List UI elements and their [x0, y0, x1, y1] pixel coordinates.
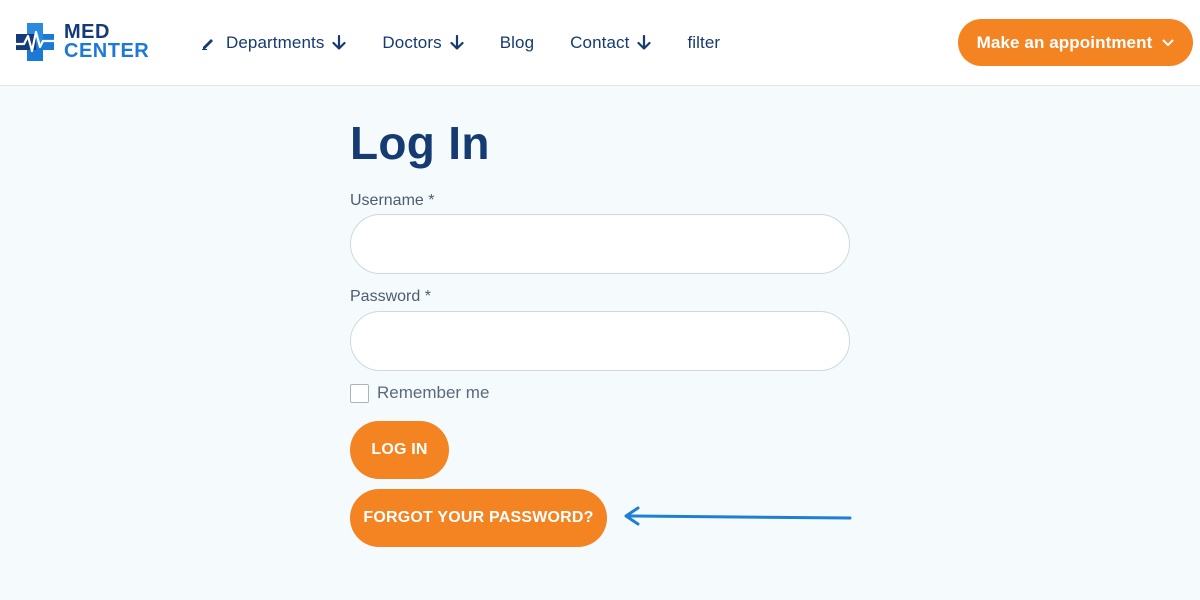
- pencil-icon: [200, 35, 216, 51]
- nav-item-doctors[interactable]: Doctors: [382, 33, 464, 53]
- make-appointment-button[interactable]: Make an appointment: [958, 19, 1193, 66]
- site-header: MED CENTER Departments Doctors Blog Cont…: [0, 0, 1200, 86]
- make-appointment-label: Make an appointment: [976, 32, 1153, 52]
- nav-item-label: Doctors: [382, 33, 442, 52]
- nav-item-label: filter: [687, 33, 721, 52]
- logo-text: MED CENTER: [64, 22, 150, 62]
- main-nav: Departments Doctors Blog Contact filter: [200, 0, 756, 86]
- logo-line2: CENTER: [64, 40, 150, 62]
- password-label: Password *: [350, 288, 431, 305]
- username-input[interactable]: [350, 214, 850, 274]
- arrow-down-icon: [332, 35, 347, 51]
- remember-me-checkbox[interactable]: [350, 383, 369, 403]
- nav-item-label: Blog: [499, 33, 535, 52]
- chevron-down-icon: [1162, 39, 1174, 47]
- remember-me: Remember me: [350, 383, 489, 403]
- nav-item-blog[interactable]: Blog: [500, 33, 534, 53]
- medical-cross-heartbeat-icon: [14, 21, 56, 63]
- page-title: Log In: [350, 117, 490, 169]
- logo[interactable]: MED CENTER: [14, 20, 149, 64]
- nav-item-label: Contact: [570, 33, 630, 52]
- nav-item-filter[interactable]: filter: [687, 33, 720, 53]
- forgot-password-button[interactable]: FORGOT YOUR PASSWORD?: [350, 489, 607, 547]
- username-label: Username *: [350, 192, 435, 209]
- arrow-down-icon: [450, 35, 464, 51]
- arrow-down-icon: [637, 35, 652, 51]
- remember-me-label[interactable]: Remember me: [377, 383, 489, 403]
- nav-item-contact[interactable]: Contact: [570, 33, 652, 53]
- arrow-left-icon: [620, 500, 856, 539]
- password-input[interactable]: [350, 311, 850, 371]
- nav-item-departments[interactable]: Departments: [200, 33, 347, 53]
- nav-item-label: Departments: [226, 33, 325, 52]
- log-in-button[interactable]: LOG IN: [350, 421, 449, 479]
